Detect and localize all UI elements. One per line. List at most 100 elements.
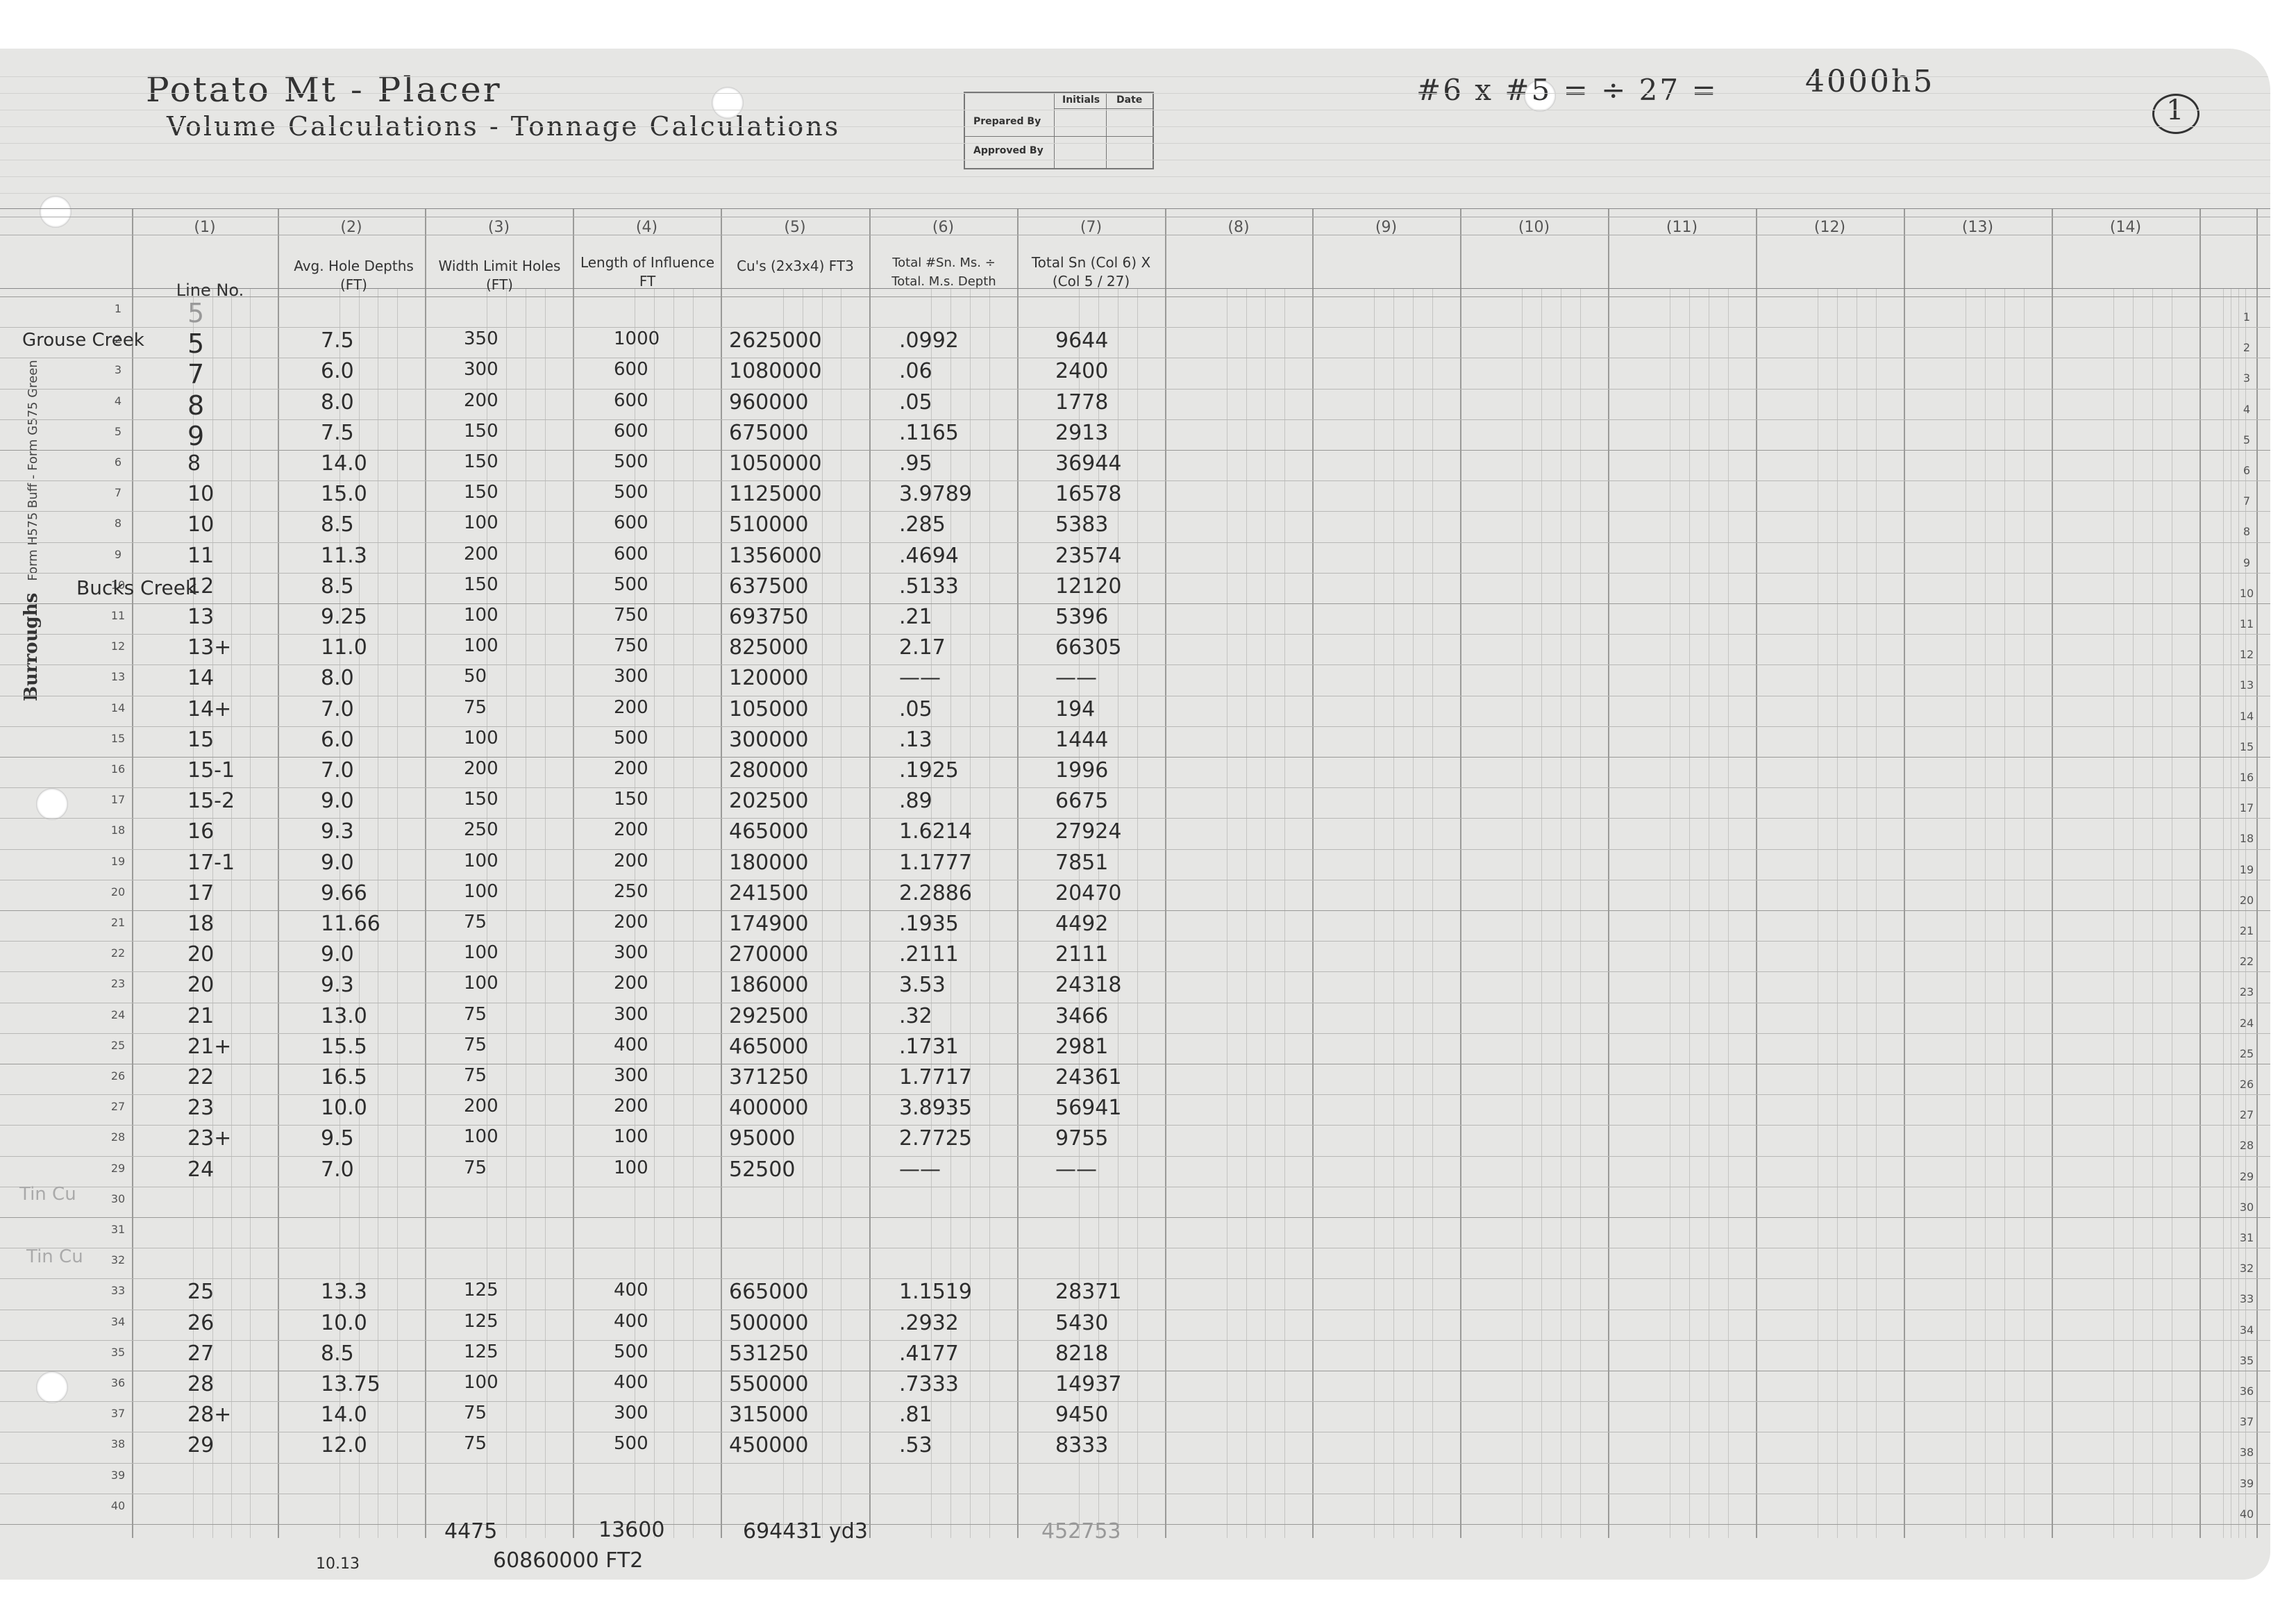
cell-line: 14+ [187,696,232,721]
annotation-bucks-creek: Bucks Creek [76,576,197,599]
subdivision-rule [1246,288,1247,1538]
cell-width: 125 [464,1310,498,1332]
subdivision-rule [1137,288,1138,1538]
row-rule [0,1125,2270,1126]
cell-cuft: 510000 [729,512,809,537]
cell-sn: .4694 [899,543,959,568]
cell-total: 12120 [1055,574,1122,599]
cell-cuft: 186000 [729,973,809,998]
subdivision-rule [969,288,971,1538]
column-number: (4) [635,219,658,236]
cell-depth: 8.0 [321,390,354,415]
cell-cuft: 2625000 [729,328,822,353]
cell-total: 8333 [1055,1433,1109,1458]
header-rule [0,208,2270,209]
cell-total: 24361 [1055,1065,1122,1089]
row-number-left: 9 [114,547,122,561]
cell-cuft: 693750 [729,605,809,629]
cell-depth: 15.0 [321,482,367,507]
cell-sn: .05 [899,696,932,721]
row-number-right: 40 [2239,1507,2254,1521]
cell-line: 26 [187,1310,215,1335]
row-number-left: 20 [110,885,126,898]
cell-total: 1778 [1055,390,1109,415]
row-number-right: 28 [2239,1139,2254,1153]
cell-width: 75 [464,912,487,933]
annotation-tin-creek-2: Tin Cu [26,1246,83,1267]
cell-depth: 8.5 [321,512,354,537]
subdivision-rule [1875,288,1877,1538]
cell-length: 600 [614,543,648,565]
row-number-left: 5 [114,424,122,438]
row-number-right: 30 [2239,1200,2254,1214]
cell-cuft: 465000 [729,819,809,844]
cell-width: 75 [464,1065,487,1086]
column-rule [1904,208,1905,1538]
cell-length: 500 [614,727,648,749]
cell-line: 14 [187,666,215,691]
cell-line: 15-2 [187,789,235,814]
cell-width: 100 [464,635,498,657]
row-rule [0,388,2270,390]
cell-depth: 9.66 [321,880,367,905]
cell-total: 8218 [1055,1341,1109,1366]
row-rule [0,757,2270,758]
row-rule [0,419,2270,420]
cell-width: 150 [464,420,498,442]
row-rule [0,542,2270,543]
column-rule [2256,208,2258,1538]
cell-width: 200 [464,390,498,411]
cell-depth: 8.0 [321,666,354,691]
cell-depth: 9.25 [321,605,367,629]
cell-depth: 7.0 [321,1157,354,1182]
column-rule [132,208,133,1538]
cell-depth: 7.5 [321,328,354,353]
cell-total: 66305 [1055,635,1122,660]
cell-depth: 10.0 [321,1310,367,1335]
cell-total: 14937 [1055,1372,1122,1396]
cell-width: 150 [464,574,498,595]
row-number-right: 27 [2239,1108,2254,1122]
grand-total-ft2: 60860000 FT2 [493,1548,644,1573]
row-rule [0,1217,2270,1218]
cell-sn: .1935 [899,912,959,936]
subdivision-rule [1265,288,1266,1538]
cell-sn: 3.53 [899,973,946,998]
row-number-left: 7 [114,486,122,500]
cell-cuft: 665000 [729,1280,809,1305]
cell-sn: .2111 [899,942,959,967]
cell-cuft: 95000 [729,1126,796,1151]
document-id: 4000h5 [1805,64,1935,99]
cell-sn: .05 [899,390,932,415]
cell-total: 9450 [1055,1403,1109,1428]
row-number-right: 14 [2239,709,2254,723]
cell-total: 9644 [1055,328,1109,353]
cell-length: 500 [614,482,648,503]
subdivision-rule [2113,288,2115,1538]
cell-line: 5 [187,328,205,360]
cell-length: 150 [614,789,648,810]
cell-width: 200 [464,543,498,565]
row-rule [0,634,2270,635]
subdivision-rule [250,288,251,1538]
cell-cuft: 450000 [729,1433,809,1458]
subdivision-rule [989,288,990,1538]
cell-width: 100 [464,1372,498,1393]
form-brand: Burroughs [21,592,42,701]
cell-length: 250 [614,880,648,902]
cell-width: 100 [464,727,498,749]
cell-cuft: 465000 [729,1034,809,1059]
row-rule [0,603,2270,604]
row-number-right: 8 [2243,525,2251,539]
column-number: (10) [1518,219,1550,236]
cell-length: 400 [614,1280,648,1301]
column-rule [721,208,722,1538]
cell-cuft: 270000 [729,942,809,967]
column-rule [1756,208,1757,1538]
subdivision-rule [2004,288,2005,1538]
row-number-right: 24 [2239,1016,2254,1030]
row-number-right: 4 [2243,402,2251,416]
cell-sn: .7333 [899,1372,959,1396]
cell-line: 28+ [187,1403,232,1428]
cell-line: 24 [187,1157,215,1182]
